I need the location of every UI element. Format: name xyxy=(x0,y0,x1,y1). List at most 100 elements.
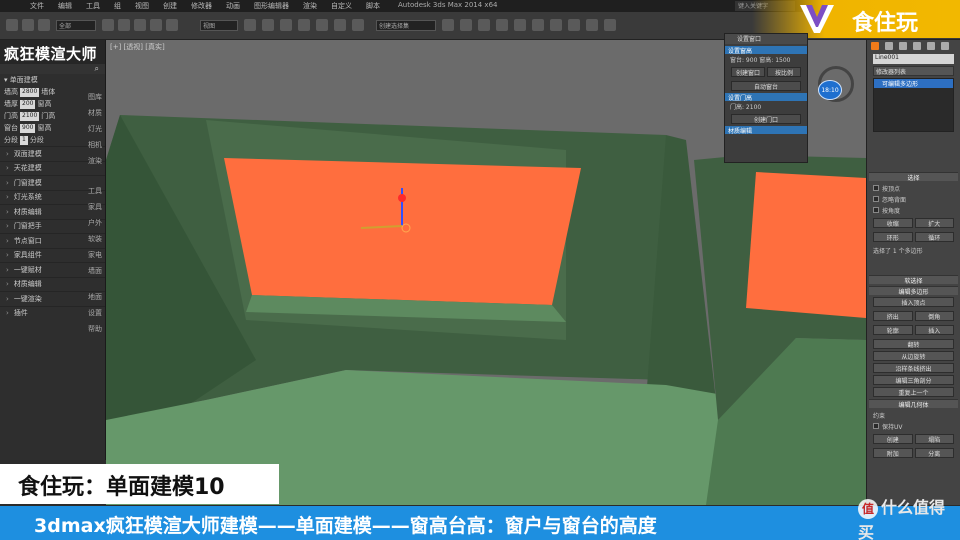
door-height-field[interactable]: 2100 xyxy=(20,111,40,121)
tab-create[interactable] xyxy=(871,42,879,50)
side-item[interactable]: 材质 xyxy=(84,108,106,118)
render-frame-icon[interactable] xyxy=(586,19,598,31)
menu-item-modifiers[interactable]: 修改器 xyxy=(191,1,212,11)
checkbox[interactable] xyxy=(873,423,879,429)
select-by-name-icon[interactable] xyxy=(118,19,130,31)
modifier-list-dropdown[interactable]: 修改器列表 xyxy=(873,66,954,76)
insert-vertex-button[interactable]: 插入顶点 xyxy=(873,297,954,307)
plugin-search[interactable]: ⌕ xyxy=(0,64,105,74)
option-row[interactable]: 约束 xyxy=(873,410,954,420)
scale-icon[interactable] xyxy=(166,19,178,31)
rollout-edit-polygons[interactable]: 编辑多边形 xyxy=(869,286,958,296)
checkbox[interactable] xyxy=(873,196,879,202)
grow-button[interactable]: 扩大 xyxy=(914,218,954,228)
wall-height-field[interactable]: 2800 xyxy=(20,87,40,97)
wall-thickness-field[interactable]: 200 xyxy=(20,99,36,109)
undo-icon[interactable] xyxy=(6,19,18,31)
window-opening[interactable] xyxy=(224,158,581,305)
menu-item-group[interactable]: 组 xyxy=(114,1,121,11)
menu-item-file[interactable]: 文件 xyxy=(30,1,44,11)
inset-button[interactable]: 插入 xyxy=(914,325,954,335)
auto-sill-button[interactable]: 自动窗台 xyxy=(731,81,801,91)
attach-button[interactable]: 附加 xyxy=(873,448,913,458)
option-row[interactable]: 忽略背面 xyxy=(873,194,954,204)
flip-button[interactable]: 翻转 xyxy=(873,339,954,349)
percent-snap-icon[interactable] xyxy=(334,19,346,31)
tab-motion[interactable] xyxy=(913,42,921,50)
plugin-row-single-face[interactable]: ▾ 单面建模 xyxy=(0,74,105,86)
side-item[interactable]: 灯光 xyxy=(84,124,106,134)
curve-editor-icon[interactable] xyxy=(514,19,526,31)
viewport-label[interactable]: [+] [透视] [真实] xyxy=(110,42,165,52)
repeat-last-button[interactable]: 重复上一个 xyxy=(873,387,954,397)
extrude-button[interactable]: 挤出 xyxy=(873,311,913,321)
menu-item-create[interactable]: 创建 xyxy=(163,1,177,11)
side-item[interactable]: 工具 xyxy=(84,186,106,196)
modifier-stack[interactable]: 可编辑多边形 xyxy=(873,78,954,132)
edit-triangulation-button[interactable]: 编辑三角剖分 xyxy=(873,375,954,385)
search-icon[interactable]: ⌕ xyxy=(95,64,99,74)
collapse-button[interactable]: 塌陷 xyxy=(914,434,954,444)
proportion-button[interactable]: 按比例 xyxy=(767,67,801,77)
checkbox[interactable] xyxy=(873,185,879,191)
shrink-button[interactable]: 收缩 xyxy=(873,218,913,228)
snap-icon[interactable] xyxy=(298,19,310,31)
named-selection-dropdown[interactable]: 创建选择集 xyxy=(376,20,436,31)
rollout-selection[interactable]: 选择 xyxy=(869,172,958,182)
extrude-along-spline-button[interactable]: 沿样条线挤出 xyxy=(873,363,954,373)
side-item[interactable]: 软装 xyxy=(84,234,106,244)
reference-coord-dropdown[interactable]: 视图 xyxy=(200,20,238,31)
keyboard-shortcut-icon[interactable] xyxy=(280,19,292,31)
gizmo-center[interactable] xyxy=(398,194,406,202)
outline-button[interactable]: 轮廓 xyxy=(873,325,913,335)
detach-button[interactable]: 分离 xyxy=(914,448,954,458)
menu-item-animation[interactable]: 动画 xyxy=(226,1,240,11)
menu-item-graph-editors[interactable]: 图形编辑器 xyxy=(254,1,289,11)
side-item[interactable]: 家具 xyxy=(84,202,106,212)
link-icon[interactable] xyxy=(38,19,50,31)
hinge-from-edge-button[interactable]: 从边旋转 xyxy=(873,351,954,361)
mirror-icon[interactable] xyxy=(442,19,454,31)
redo-icon[interactable] xyxy=(22,19,34,31)
menu-item-edit[interactable]: 编辑 xyxy=(58,1,72,11)
schematic-icon[interactable] xyxy=(532,19,544,31)
stack-item[interactable]: 可编辑多边形 xyxy=(874,79,953,88)
render-setup-icon[interactable] xyxy=(568,19,580,31)
rollout-edit-geometry[interactable]: 编辑几何体 xyxy=(869,399,958,409)
tab-modify[interactable] xyxy=(885,42,893,50)
loop-button[interactable]: 循环 xyxy=(914,232,954,242)
tab-display[interactable] xyxy=(927,42,935,50)
option-row[interactable]: 按角度 xyxy=(873,205,954,215)
spinner-snap-icon[interactable] xyxy=(352,19,364,31)
rotate-icon[interactable] xyxy=(150,19,162,31)
menu-item-customize[interactable]: 自定义 xyxy=(331,1,352,11)
segments-field[interactable]: 1 xyxy=(20,135,28,145)
create-button[interactable]: 创建 xyxy=(873,434,913,444)
window-opening-right-front[interactable] xyxy=(746,172,866,318)
menu-item-rendering[interactable]: 渲染 xyxy=(303,1,317,11)
create-window-button[interactable]: 创建窗口 xyxy=(731,67,765,77)
side-item[interactable]: 地面 xyxy=(84,292,106,302)
material-editor-icon[interactable] xyxy=(550,19,562,31)
rollout-soft-selection[interactable]: 软选择 xyxy=(869,275,958,285)
option-row[interactable]: 保持UV xyxy=(873,421,954,431)
side-item[interactable]: 墙面 xyxy=(84,266,106,276)
side-item[interactable]: 帮助 xyxy=(84,324,106,334)
select-object-icon[interactable] xyxy=(102,19,114,31)
select-manipulate-icon[interactable] xyxy=(262,19,274,31)
menu-item-maxscript[interactable]: 脚本 xyxy=(366,1,380,11)
menu-item-tools[interactable]: 工具 xyxy=(86,1,100,11)
plugin-section[interactable]: › 材质编辑 xyxy=(0,276,105,292)
side-item[interactable]: 家电 xyxy=(84,250,106,260)
angle-snap-icon[interactable] xyxy=(316,19,328,31)
side-item[interactable]: 设置 xyxy=(84,308,106,318)
tab-hierarchy[interactable] xyxy=(899,42,907,50)
align-icon[interactable] xyxy=(460,19,472,31)
side-item[interactable]: 渲染 xyxy=(84,156,106,166)
bevel-button[interactable]: 倒角 xyxy=(914,311,954,321)
render-icon[interactable] xyxy=(604,19,616,31)
selection-filter-dropdown[interactable]: 全部 xyxy=(56,20,96,31)
pivot-icon[interactable] xyxy=(244,19,256,31)
sill-height-field[interactable]: 900 xyxy=(20,123,36,133)
side-item[interactable]: 图库 xyxy=(84,92,106,102)
